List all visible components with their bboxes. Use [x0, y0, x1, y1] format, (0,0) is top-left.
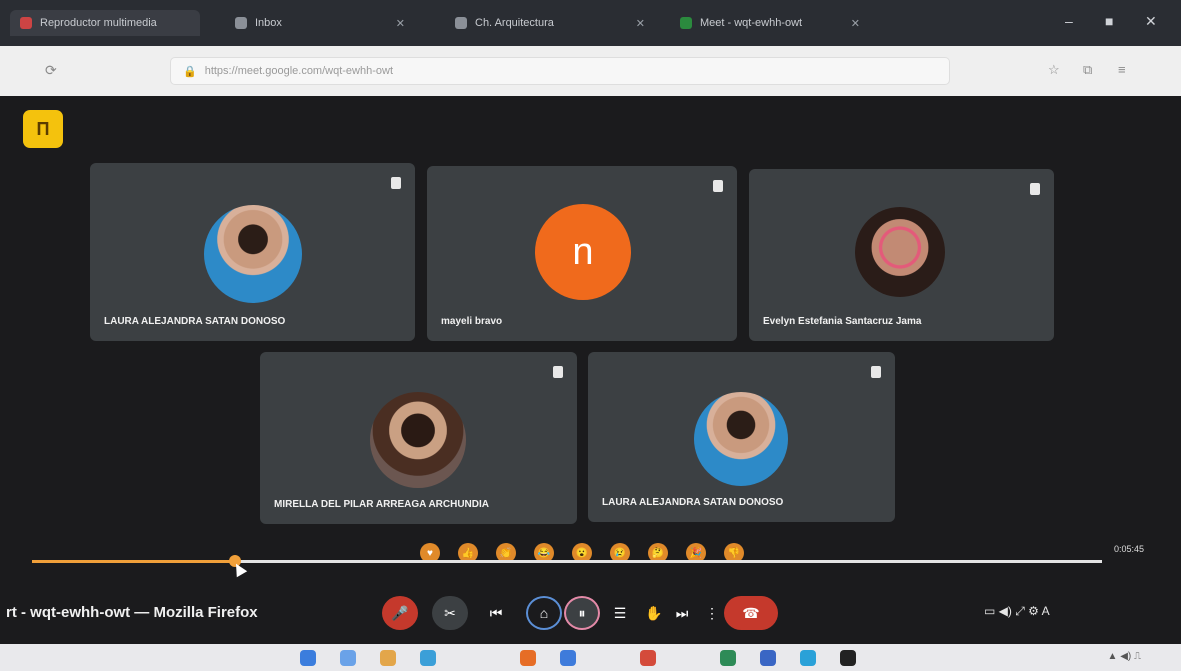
taskbar: ▲ ◀) ⎍: [0, 644, 1181, 671]
word-icon[interactable]: [560, 650, 576, 666]
player-right-controls[interactable]: ▭ ◀) ⤢ ⚙ A: [984, 604, 1050, 619]
mic-button[interactable]: 🎤: [382, 596, 418, 630]
site-icon: [455, 17, 467, 29]
mic-muted-icon: [391, 177, 401, 189]
extensions-icon[interactable]: ⧉: [1083, 62, 1092, 78]
participant-name: mayeli bravo: [441, 316, 503, 327]
tab-label: Meet - wqt-ewhh-owt: [700, 17, 803, 29]
camera-button[interactable]: ✂: [432, 596, 468, 630]
seek-bar[interactable]: [32, 555, 1102, 567]
app-icon[interactable]: [720, 650, 736, 666]
tab-label: Reproductor multimedia: [40, 17, 157, 29]
folder-icon[interactable]: [380, 650, 396, 666]
participant-name: Evelyn Estefania Santacruz Jama: [763, 316, 922, 327]
mic-muted-icon: [1030, 183, 1040, 195]
mic-muted-icon: [713, 180, 723, 192]
search-icon[interactable]: [340, 650, 356, 666]
app-icon[interactable]: [840, 650, 856, 666]
participant-tile[interactable]: Evelyn Estefania Santacruz Jama: [749, 169, 1054, 341]
url-text: https://meet.google.com/wqt-ewhh-owt: [204, 65, 394, 77]
bookmark-icon[interactable]: ☆: [1048, 62, 1060, 78]
close-tab-icon[interactable]: ✕: [851, 17, 860, 30]
start-icon[interactable]: [300, 650, 316, 666]
meeting-logo-icon[interactable]: Π: [23, 110, 63, 148]
seek-bar-fill: [32, 560, 236, 563]
address-bar[interactable]: 🔒 https://meet.google.com/wqt-ewhh-owt: [170, 57, 950, 85]
elapsed-time: 0:05:45: [1114, 544, 1145, 554]
participant-avatar: [694, 392, 788, 486]
tab-media-player[interactable]: Reproductor multimedia: [10, 10, 200, 36]
participant-avatar: [370, 392, 466, 488]
close-tab-icon[interactable]: ✕: [636, 17, 645, 30]
close-window-button[interactable]: ✕: [1145, 13, 1157, 30]
participant-name: LAURA ALEJANDRA SATAN DONOSO: [104, 316, 286, 327]
close-tab-icon[interactable]: ✕: [396, 17, 405, 30]
media-player-icon: [20, 17, 32, 29]
app-icon[interactable]: [760, 650, 776, 666]
navigation-bar: ⟳ 🔒 https://meet.google.com/wqt-ewhh-owt…: [0, 46, 1181, 96]
participant-avatar: [855, 207, 945, 297]
tab-inbox[interactable]: Inbox ✕: [225, 10, 415, 36]
app-icon[interactable]: [800, 650, 816, 666]
participant-avatar: n: [535, 204, 631, 300]
captions-button[interactable]: ☰: [602, 596, 638, 630]
participant-tile[interactable]: MIRELLA DEL PILAR ARREAGA ARCHUNDIA: [260, 352, 577, 524]
firefox-icon[interactable]: [520, 650, 536, 666]
window-title: rt - wqt-ewhh-owt — Mozilla Firefox: [6, 604, 258, 621]
previous-button[interactable]: ⏮: [478, 596, 514, 630]
mail-icon: [235, 17, 247, 29]
edge-icon[interactable]: [420, 650, 436, 666]
reload-icon[interactable]: ⟳: [45, 62, 57, 79]
participant-tile[interactable]: LAURA ALEJANDRA SATAN DONOSO: [588, 352, 895, 522]
leave-call-button[interactable]: ☎: [724, 596, 778, 630]
pause-button[interactable]: ⏸: [564, 596, 600, 630]
tab-meet[interactable]: Meet - wqt-ewhh-owt ✕: [670, 10, 870, 36]
browser-titlebar: Reproductor multimedia Inbox ✕ Ch. Arqui…: [0, 0, 1181, 46]
media-player-icon[interactable]: [640, 650, 656, 666]
system-tray[interactable]: ▲ ◀) ⎍: [1108, 651, 1141, 662]
tab-label: Inbox: [255, 17, 282, 29]
participant-avatar: [204, 205, 302, 303]
participant-name: LAURA ALEJANDRA SATAN DONOSO: [602, 497, 784, 508]
participant-tile[interactable]: LAURA ALEJANDRA SATAN DONOSO: [90, 163, 415, 341]
mic-muted-icon: [871, 366, 881, 378]
mic-muted-icon: [553, 366, 563, 378]
maximize-button[interactable]: ■: [1105, 13, 1113, 29]
participant-name: MIRELLA DEL PILAR ARREAGA ARCHUNDIA: [274, 499, 489, 510]
tab-arquitectura[interactable]: Ch. Arquitectura ✕: [445, 10, 655, 36]
meet-icon: [680, 17, 692, 29]
menu-icon[interactable]: ≡: [1118, 62, 1126, 77]
present-button[interactable]: ⌂: [526, 596, 562, 630]
minimize-button[interactable]: –: [1065, 13, 1073, 29]
tab-label: Ch. Arquitectura: [475, 17, 554, 29]
participant-tile[interactable]: n mayeli bravo: [427, 166, 737, 341]
lock-icon: 🔒: [183, 65, 197, 78]
